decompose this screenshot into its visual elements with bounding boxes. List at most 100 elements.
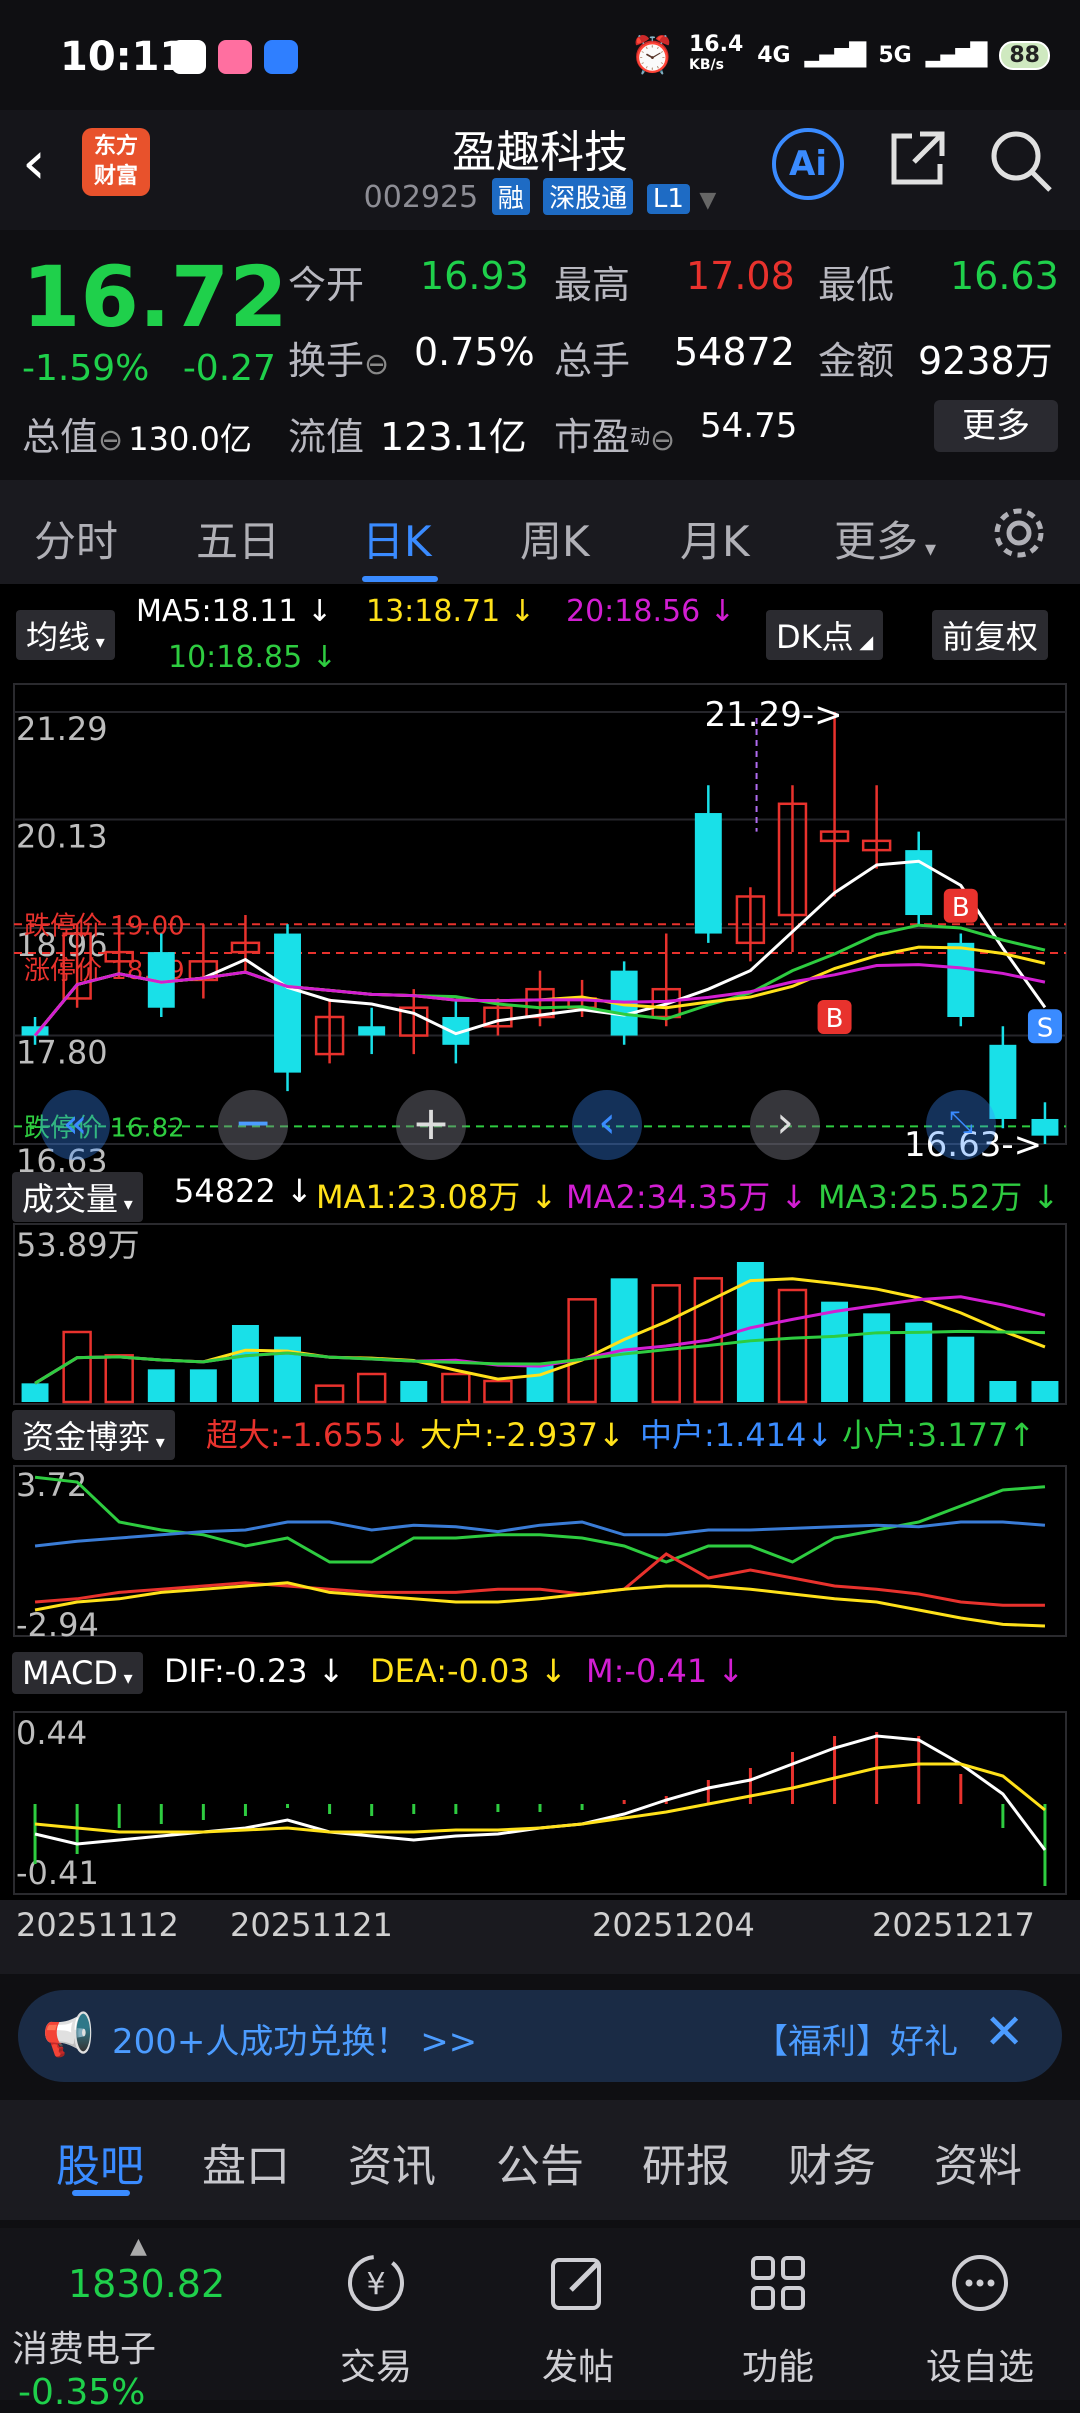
low-label: 最低 <box>818 263 895 307</box>
index-widget[interactable]: ▲ 1830.82 消费电子 -0.35% <box>0 2228 290 2413</box>
float-label: 流值 <box>288 415 365 459</box>
tab-intraday[interactable]: 分时 <box>34 508 118 569</box>
volume-ma1: MA1:23.08万 ↓ <box>316 1178 558 1216</box>
tab-forum[interactable]: 股吧 <box>56 2130 144 2194</box>
tab-monthly-k[interactable]: 月K <box>680 508 750 569</box>
volume-bar <box>274 1336 301 1402</box>
macd-y-label: 0.44 <box>16 1714 87 1752</box>
quote-panel: 16.72 -1.59% -0.27 总值⊖ 130.0亿 今开 16.93 最… <box>0 230 1080 480</box>
macd-dea-line <box>34 1762 1046 1834</box>
broadcast-icon <box>264 40 298 74</box>
tab-notices[interactable]: 公告 <box>496 2130 584 2194</box>
date-label: 20251217 <box>872 1906 1035 1944</box>
signal-icon: ▂▄▆█ <box>925 42 988 68</box>
trade-icon[interactable]: ¥ <box>296 2248 456 2322</box>
tab-news[interactable]: 资讯 <box>348 2130 436 2194</box>
period-tabs: 分时 五日 日K 周K 月K 更多 ▾ <box>0 480 1080 584</box>
candle-body <box>274 933 301 1073</box>
fund-large: 大户:-2.937↓ <box>420 1416 625 1454</box>
fullscreen-icon[interactable]: ⤡ <box>926 1090 996 1160</box>
tab-profile[interactable]: 资料 <box>934 2130 1022 2194</box>
search-icon[interactable] <box>986 126 1056 200</box>
volume-bar <box>62 1330 92 1404</box>
nav-watchlist[interactable]: 设自选 <box>900 2338 1060 2390</box>
zoom-in-icon[interactable]: + <box>396 1090 466 1160</box>
content-tabs: 股吧 盘口 资讯 公告 研报 财务 资料 <box>0 2100 1080 2220</box>
nav-post[interactable]: 发帖 <box>498 2338 658 2390</box>
more-button[interactable]: 更多 <box>934 400 1058 452</box>
fund-small-line <box>34 1475 1046 1564</box>
candle-body <box>358 1026 386 1036</box>
network-5g: 5G <box>878 42 912 68</box>
date-label: 20251204 <box>592 1906 755 1944</box>
app-icon <box>218 40 252 74</box>
rewind-icon[interactable]: « <box>40 1090 110 1160</box>
ai-icon[interactable]: Ai <box>772 128 844 200</box>
nav-trade[interactable]: 交易 <box>296 2338 456 2390</box>
volume-bar <box>147 1369 175 1402</box>
fund-medium: 中户:1.414↓ <box>640 1416 834 1454</box>
info-icon[interactable]: ⊖ <box>98 423 123 458</box>
more-dots-icon[interactable] <box>900 2248 1060 2322</box>
caret-up-icon: ▲ <box>130 2234 147 2259</box>
promo-banner[interactable]: 📢 200+人成功兑换！ >> 【福利】好礼 ✕ <box>18 1990 1062 2082</box>
volume-bar <box>863 1313 891 1402</box>
volume-bar <box>1031 1381 1059 1402</box>
fund-selector[interactable]: 资金博弈 ▾ <box>12 1410 175 1460</box>
tab-more[interactable]: 更多 ▾ <box>834 508 936 569</box>
bottom-nav: ▲ 1830.82 消费电子 -0.35% ¥ 交易 发帖 功能 设自选 <box>0 2228 1080 2413</box>
fund-y-label: 3.72 <box>16 1466 87 1504</box>
move-left-icon[interactable]: ‹ <box>572 1090 642 1160</box>
grid-icon[interactable] <box>698 2248 858 2322</box>
y-axis-label: 17.80 <box>16 1034 108 1072</box>
fund-y-label: -2.94 <box>16 1606 99 1644</box>
macd-y-label: -0.41 <box>16 1854 99 1892</box>
tab-research[interactable]: 研报 <box>642 2130 730 2194</box>
move-right-icon[interactable]: › <box>750 1090 820 1160</box>
index-row: 消费电子 -0.35% <box>12 2320 290 2413</box>
volume-bar <box>821 1301 849 1402</box>
banner-text[interactable]: 200+人成功兑换！ >> <box>112 2014 477 2063</box>
status-time: 10:11 <box>60 34 188 80</box>
volume-bar <box>231 1325 259 1402</box>
kline-chart[interactable]: 21.2920.1318.9617.8016.63跌停价 19.00涨停价 18… <box>0 584 1080 1974</box>
banner-right-text[interactable]: 【福利】好礼 <box>754 2014 968 2063</box>
share-icon[interactable] <box>884 126 950 196</box>
volume-bar <box>483 1379 513 1404</box>
tab-orderbook[interactable]: 盘口 <box>202 2130 290 2194</box>
volume-bar <box>314 1384 345 1404</box>
signal-label: S <box>1037 1013 1054 1043</box>
fund-super: 超大:-1.655↓ <box>206 1416 411 1454</box>
zoom-out-icon[interactable]: − <box>218 1090 288 1160</box>
volume-y-label: 53.89万 <box>16 1226 140 1264</box>
change-pct: -1.59% <box>22 348 150 389</box>
change-row: -1.59% -0.27 <box>22 348 276 389</box>
post-icon[interactable] <box>498 2248 658 2322</box>
close-icon[interactable]: ✕ <box>984 2004 1024 2060</box>
volume-selector[interactable]: 成交量 ▾ <box>12 1172 143 1222</box>
tab-daily-k[interactable]: 日K <box>362 508 432 569</box>
float-value: 123.1亿 <box>380 415 527 459</box>
info-icon[interactable]: ⊖ <box>364 347 389 382</box>
mktcap-row[interactable]: 总值⊖ 130.0亿 <box>22 406 252 461</box>
fund-frame <box>13 1465 1067 1637</box>
pe-label: 市盈动⊖ <box>554 415 676 459</box>
volume-value: 54872 <box>674 330 795 374</box>
megaphone-icon: 📢 <box>42 2010 95 2059</box>
macd-selector[interactable]: MACD ▾ <box>12 1652 143 1694</box>
info-icon[interactable]: ⊖ <box>650 423 675 458</box>
tab-finance[interactable]: 财务 <box>788 2130 876 2194</box>
volume-ma2: MA2:34.35万 ↓ <box>566 1178 808 1216</box>
network-4g: 4G <box>757 42 791 68</box>
app-icon <box>172 40 206 74</box>
change-abs: -0.27 <box>182 348 276 389</box>
signal-label: B <box>952 893 970 923</box>
pe-value: 54.75 <box>700 406 798 446</box>
gear-icon[interactable] <box>990 504 1048 566</box>
tab-five-day[interactable]: 五日 <box>196 508 280 569</box>
index-change: -0.35% <box>18 2372 146 2413</box>
chevron-down-icon[interactable]: ▼ <box>699 188 716 213</box>
tab-weekly-k[interactable]: 周K <box>520 508 590 569</box>
status-app-icons <box>172 40 298 74</box>
nav-functions[interactable]: 功能 <box>698 2338 858 2390</box>
